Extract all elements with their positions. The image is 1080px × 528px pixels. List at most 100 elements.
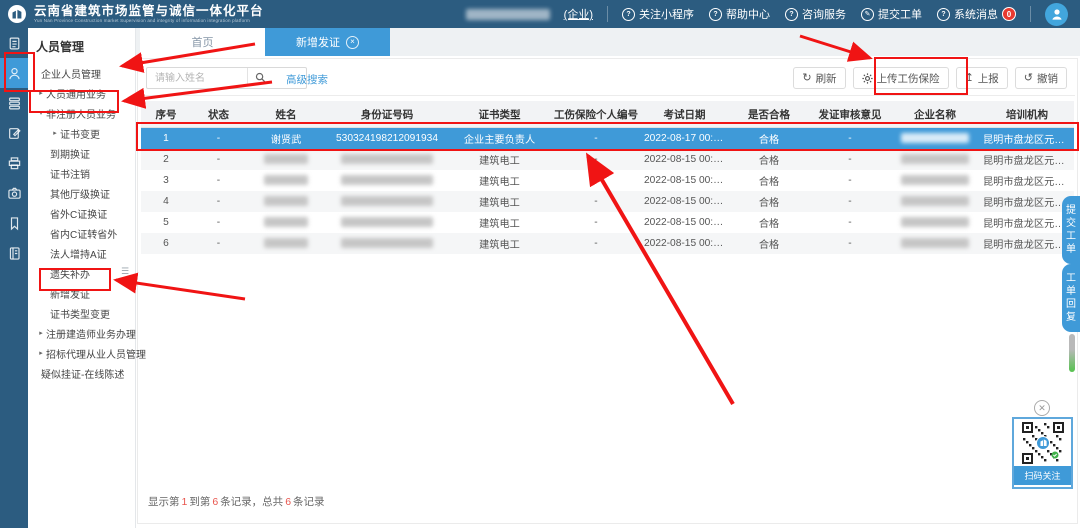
rail-item-camera[interactable] — [0, 178, 28, 208]
table-cell — [246, 233, 326, 254]
side-tab-ticket-reply[interactable]: 工单回复 — [1062, 264, 1080, 332]
button-label: 上报 — [978, 71, 999, 86]
sidebar-item[interactable]: 证书注销 — [28, 163, 135, 183]
rail-item-list[interactable] — [0, 88, 28, 118]
redacted-value — [901, 196, 969, 206]
qr-code-image — [1014, 419, 1071, 466]
qr-close-icon[interactable]: ✕ — [1034, 400, 1050, 416]
table-cell: 2 — [141, 149, 191, 170]
table-cell — [326, 212, 448, 233]
刷新-button[interactable]: ↻刷新 — [793, 67, 845, 89]
table-cell — [890, 128, 980, 150]
table-cell: - — [810, 233, 890, 254]
sidebar-item-label: 证书变更 — [60, 126, 100, 141]
tab-首页[interactable]: 首页 — [140, 28, 265, 56]
table-cell: 合格 — [728, 233, 810, 254]
table-cell: 昆明市盘龙区元齐职业... — [980, 233, 1074, 254]
sidebar-item[interactable]: ▾非注册人员业务 — [28, 103, 135, 123]
search-input[interactable] — [146, 67, 307, 89]
sidebar-item[interactable]: 省外C证换证 — [28, 203, 135, 223]
pagination-text: 条记录，总共 — [220, 496, 283, 508]
table-cell — [246, 149, 326, 170]
sidebar-item[interactable]: ▸注册建造师业务办理 — [28, 323, 135, 343]
redacted-value — [341, 238, 433, 248]
tab-新增发证[interactable]: 新增发证× — [265, 28, 390, 56]
上报-button[interactable]: ↥上报 — [956, 67, 1008, 89]
header-menu-item[interactable]: ?咨询服务 — [785, 6, 846, 22]
撤销-button[interactable]: ↺撤销 — [1015, 67, 1067, 89]
rail-item-document[interactable] — [0, 28, 28, 58]
rail-item-form[interactable] — [0, 118, 28, 148]
qr-label: 扫码关注 — [1014, 466, 1071, 485]
header-menu-item[interactable]: ?关注小程序 — [622, 6, 694, 22]
redacted-value — [901, 217, 969, 227]
camera-icon — [7, 186, 22, 201]
sidebar-item-label: 证书注销 — [50, 166, 90, 181]
advanced-search-link[interactable]: 高级搜索 — [286, 72, 328, 87]
rail-item-notebook[interactable] — [0, 238, 28, 268]
content-card: 高级搜索 ↻刷新 上传工伤保险 ↥上报 ↺撤销 序号状态姓名身份证号码证书类型工伤保险… — [137, 58, 1078, 524]
sidebar-item-label: 新增发证 — [50, 286, 90, 301]
上传工伤保险-button[interactable]: 上传工伤保险 — [853, 67, 949, 89]
header-menu-item[interactable]: ?帮助中心 — [709, 6, 770, 22]
sidebar-item[interactable]: ▸招标代理从业人员管理 — [28, 343, 135, 363]
button-label: 上传工伤保险 — [877, 71, 940, 86]
sidebar-item[interactable]: 新增发证 — [28, 283, 135, 303]
table-header-row: 序号状态姓名身份证号码证书类型工伤保险个人编号考试日期是否合格发证审核意见企业名… — [141, 101, 1074, 128]
toolbar-separator — [138, 95, 1075, 96]
sidebar-item[interactable]: 疑似挂证-在线陈述 — [28, 363, 135, 383]
sidebar-item[interactable]: 到期换证 — [28, 143, 135, 163]
side-tab-submit-ticket[interactable]: 提交工单 — [1062, 196, 1080, 264]
sidebar-item[interactable]: ▸人员通用业务 — [28, 83, 135, 103]
sidebar-item[interactable]: 企业人员管理 — [28, 63, 135, 83]
table-row[interactable]: 4-建筑电工-2022-08-15 00:00:00合格-昆明市盘龙区元齐职业.… — [141, 191, 1074, 212]
close-icon[interactable]: × — [346, 36, 359, 49]
sidebar-item[interactable]: 证书类型变更 — [28, 303, 135, 323]
pencil-circle-icon: ✎ — [861, 8, 874, 21]
sidebar-items: 企业人员管理 ▸人员通用业务▾非注册人员业务▸证书变更到期换证证书注销其他厅级换证… — [28, 63, 135, 383]
sidebar: 人员管理 企业人员管理▸人员通用业务▾非注册人员业务▸证书变更到期换证证书注销其… — [28, 28, 136, 528]
side-tab-char: 工 — [1066, 230, 1076, 243]
form-icon — [7, 126, 22, 141]
header-menu-item[interactable]: ?系统消息0 — [937, 6, 1016, 22]
pagination-total: 6 — [285, 496, 291, 508]
header-menu-item[interactable]: ✎提交工单 — [861, 6, 922, 22]
side-tab-char: 复 — [1066, 311, 1076, 324]
button-label: 撤销 — [1037, 71, 1058, 86]
side-tab-char: 交 — [1066, 217, 1076, 230]
table-cell: 谢贤武 — [246, 128, 326, 150]
table-row[interactable]: 3-建筑电工-2022-08-15 00:00:00合格-昆明市盘龙区元齐职业.… — [141, 170, 1074, 191]
search-icon — [255, 72, 266, 83]
org-type-link[interactable]: (企业) — [564, 6, 593, 22]
sidebar-item-label: 企业人员管理 — [41, 66, 101, 81]
table-cell: - — [191, 149, 246, 170]
table-row[interactable]: 1-谢贤武530324198212091934企业主要负责人-2022-08-1… — [141, 128, 1074, 150]
printer-icon — [7, 156, 22, 171]
rail-item-user[interactable] — [0, 58, 28, 88]
page-scrollbar-thumb[interactable] — [1069, 334, 1075, 372]
rail-item-printer[interactable] — [0, 148, 28, 178]
table-row[interactable]: 2-建筑电工-2022-08-15 00:00:00合格-昆明市盘龙区元齐职业.… — [141, 149, 1074, 170]
header-divider — [1030, 6, 1031, 22]
table-body: 1-谢贤武530324198212091934企业主要负责人-2022-08-1… — [141, 128, 1074, 255]
table-row[interactable]: 5-建筑电工-2022-08-15 00:00:00合格-昆明市盘龙区元齐职业.… — [141, 212, 1074, 233]
rail-item-bookmark[interactable] — [0, 208, 28, 238]
sidebar-item[interactable]: 其他厅级换证 — [28, 183, 135, 203]
qr-widget[interactable]: 扫码关注 — [1012, 417, 1073, 489]
table-cell: 2022-08-17 00:00:00 — [641, 128, 728, 150]
redacted-value — [901, 175, 969, 185]
sidebar-item[interactable]: ▸证书变更 — [28, 123, 135, 143]
table-row[interactable]: 6-建筑电工-2022-08-15 00:00:00合格-昆明市盘龙区元齐职业.… — [141, 233, 1074, 254]
sidebar-collapse-handle[interactable]: ☰ — [121, 266, 129, 277]
search-button[interactable] — [247, 68, 272, 86]
user-avatar[interactable] — [1045, 3, 1068, 26]
sidebar-item[interactable]: 遗失补办 — [28, 263, 135, 283]
sidebar-item-label: 证书类型变更 — [50, 306, 110, 321]
redacted-value — [264, 196, 308, 206]
sidebar-item[interactable]: 法人增持A证 — [28, 243, 135, 263]
table-cell — [326, 233, 448, 254]
table-cell: 昆明市盘龙区元齐职业... — [980, 170, 1074, 191]
table-cell — [890, 149, 980, 170]
sidebar-item-label: 人员通用业务 — [46, 86, 106, 101]
sidebar-item[interactable]: 省内C证转省外 — [28, 223, 135, 243]
